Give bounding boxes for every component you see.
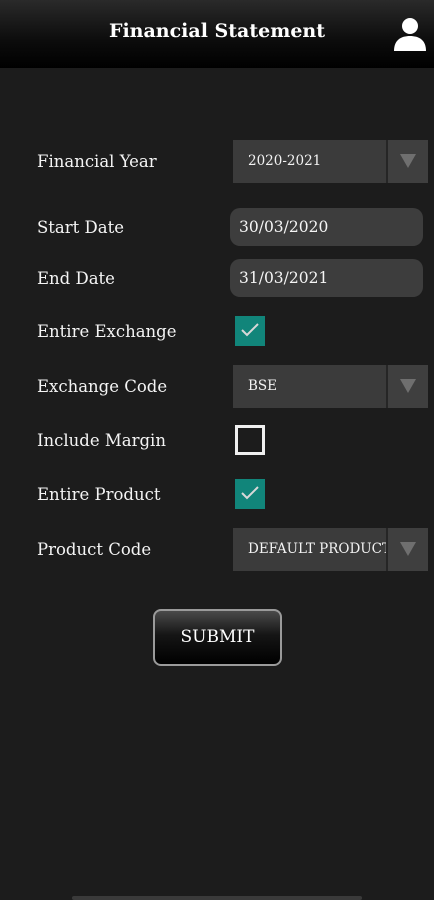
dropdown-arrow-icon[interactable] bbox=[386, 365, 428, 408]
entire-product-label: Entire Product bbox=[37, 485, 161, 504]
product-code-label: Product Code bbox=[37, 540, 152, 559]
home-indicator bbox=[72, 896, 362, 900]
financial-year-label: Financial Year bbox=[37, 152, 157, 171]
exchange-code-label: Exchange Code bbox=[37, 377, 168, 396]
entire-product-checkbox[interactable] bbox=[235, 479, 265, 509]
page-title: Financial Statement bbox=[108, 20, 326, 42]
checkmark-icon bbox=[241, 486, 259, 500]
financial-year-value: 2020-2021 bbox=[248, 153, 322, 169]
user-icon[interactable] bbox=[393, 16, 427, 52]
end-date-field[interactable]: 31/03/2021 bbox=[230, 259, 423, 297]
exchange-code-value: BSE bbox=[248, 378, 278, 394]
product-code-select[interactable]: DEFAULT PRODUCT bbox=[233, 528, 428, 571]
financial-year-select[interactable]: 2020-2021 bbox=[233, 140, 428, 183]
submit-button[interactable]: SUBMIT bbox=[153, 609, 282, 666]
exchange-code-select[interactable]: BSE bbox=[233, 365, 428, 408]
dropdown-arrow-icon[interactable] bbox=[386, 140, 428, 183]
entire-exchange-checkbox[interactable] bbox=[235, 316, 265, 346]
end-date-label: End Date bbox=[37, 269, 115, 288]
include-margin-label: Include Margin bbox=[37, 431, 166, 450]
start-date-field[interactable]: 30/03/2020 bbox=[230, 208, 423, 246]
dropdown-arrow-icon[interactable] bbox=[386, 528, 428, 571]
product-code-value: DEFAULT PRODUCT bbox=[248, 541, 392, 557]
app-header: Financial Statement bbox=[0, 0, 434, 68]
include-margin-checkbox[interactable] bbox=[235, 425, 265, 455]
entire-exchange-label: Entire Exchange bbox=[37, 322, 177, 341]
checkmark-icon bbox=[241, 323, 259, 337]
start-date-label: Start Date bbox=[37, 218, 124, 237]
